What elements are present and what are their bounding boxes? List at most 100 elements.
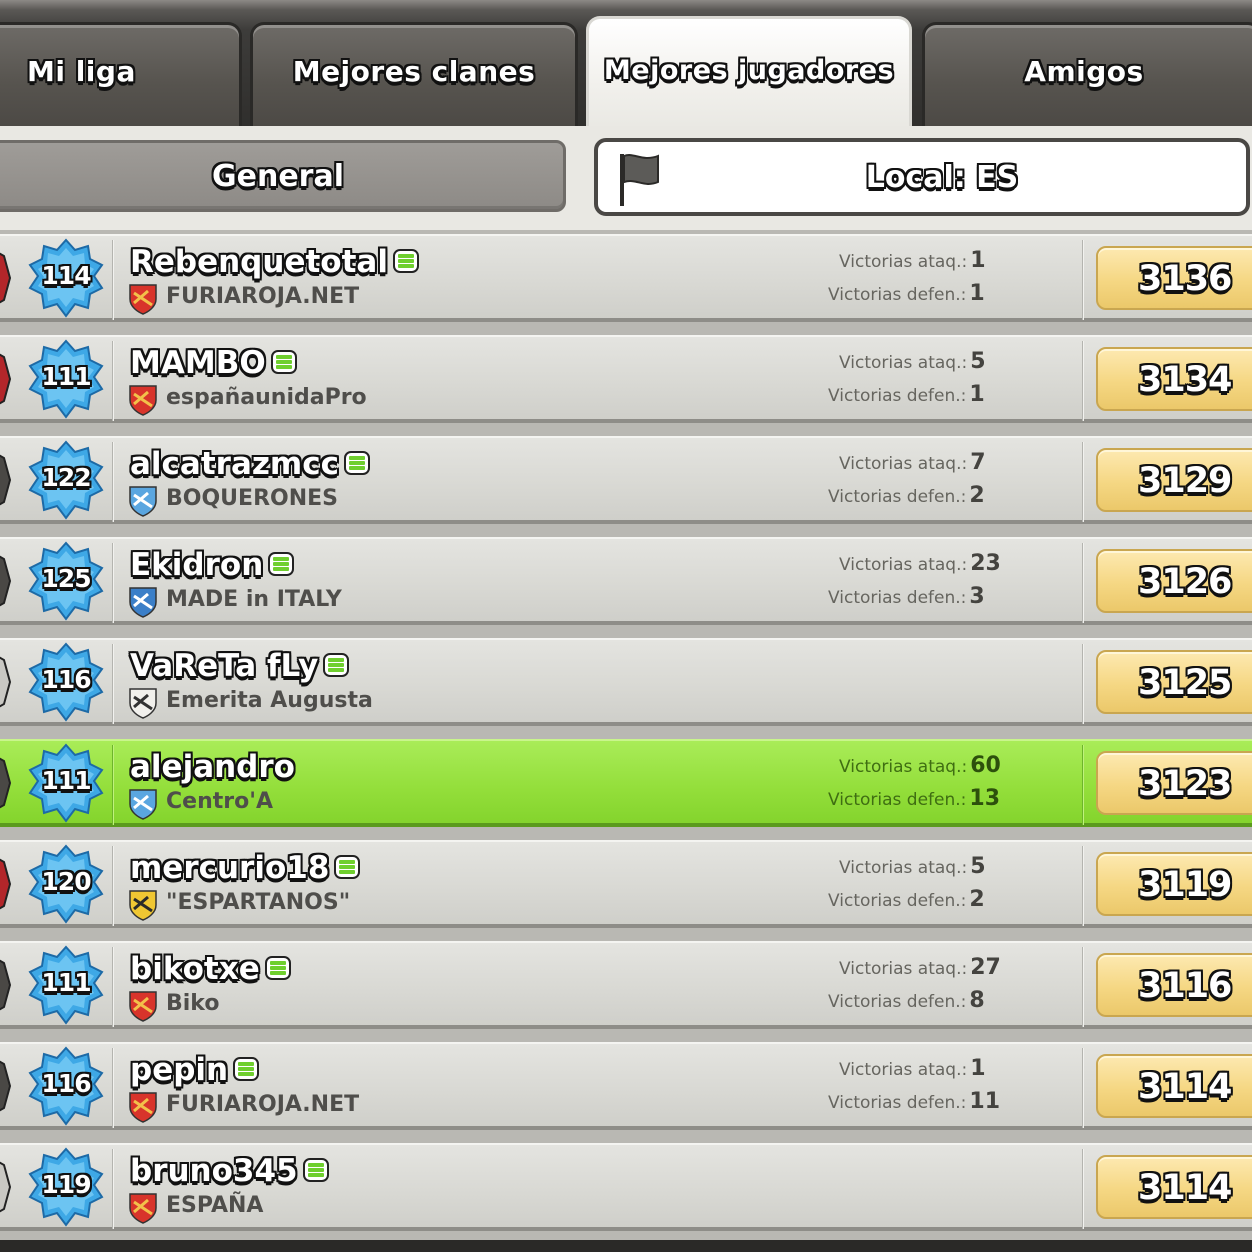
online-status-icon [264, 955, 291, 980]
trophy-box: 3129 [1096, 448, 1252, 512]
clan-name[interactable]: MADE in ITALY [166, 587, 342, 612]
tab-mejores-jugadores[interactable]: Mejores jugadores [586, 16, 912, 130]
player-name[interactable]: alcatrazmcc [130, 446, 339, 482]
league-icon [0, 656, 12, 708]
level-badge: 114 [28, 238, 104, 318]
defense-wins-label: Victorias defen.: [828, 487, 967, 507]
attack-wins-label: Victorias ataq.: [839, 252, 968, 272]
divider [112, 745, 114, 825]
defense-wins-value: 1 [969, 281, 985, 306]
level-badge: 111 [28, 945, 104, 1025]
player-name-line: Ekidron [130, 547, 295, 583]
clan-name[interactable]: FURIAROJA.NET [166, 284, 359, 309]
trophy-box: 3125 [1096, 650, 1252, 714]
tab-mejores-clanes[interactable]: Mejores clanes [250, 22, 578, 130]
player-name-line: bruno345 [130, 1153, 330, 1189]
trophy-count: 3119 [1138, 865, 1232, 905]
divider [112, 1149, 114, 1229]
filter-general-label: General [212, 159, 344, 194]
player-row[interactable]: 116 VaReTa fLy Emerita Augusta 3125 [0, 638, 1252, 726]
defense-wins-label: Victorias defen.: [828, 588, 967, 608]
divider [1082, 745, 1084, 825]
tab-amigos[interactable]: Amigos [922, 22, 1252, 130]
divider [112, 543, 114, 623]
player-row[interactable]: 116 pepin FURIAROJA.NET Victorias ataq.:… [0, 1042, 1252, 1130]
level-badge: 125 [28, 541, 104, 621]
clan-name[interactable]: Emerita Augusta [166, 688, 373, 713]
trophy-count: 3129 [1138, 461, 1232, 501]
tab-mi-liga[interactable]: Mi liga [0, 22, 242, 130]
filter-general-button[interactable]: General [0, 140, 566, 212]
clan-badge-icon [129, 789, 157, 820]
level-number: 125 [41, 564, 91, 593]
attack-wins-value: 7 [970, 450, 986, 475]
player-row[interactable]: 111 alejandro Centro'A Victorias ataq.: 6… [0, 739, 1252, 827]
player-row[interactable]: 111 MAMBO españaunidaPro Victorias ataq.… [0, 335, 1252, 423]
clan-name[interactable]: Centro'A [166, 789, 273, 814]
level-badge: 119 [28, 1147, 104, 1227]
online-status-icon [270, 349, 297, 374]
player-row[interactable]: 111 bikotxe Biko Victorias ataq.: 27 Vict… [0, 941, 1252, 1029]
filter-bar: General Local: ES [0, 126, 1252, 230]
trophy-box: 3114 [1096, 1054, 1252, 1118]
clan-badge-icon [129, 385, 157, 416]
league-icon [0, 555, 12, 607]
league-icon [0, 959, 12, 1011]
clan-name[interactable]: "ESPARTANOS" [166, 890, 350, 915]
clan-badge-icon [129, 1193, 157, 1224]
clan-name[interactable]: BOQUERONES [166, 486, 338, 511]
trophy-box: 3119 [1096, 852, 1252, 916]
defense-wins-value: 3 [969, 584, 985, 609]
trophy-count: 3123 [1138, 764, 1232, 804]
defense-wins-value: 8 [969, 988, 985, 1013]
player-name[interactable]: bruno345 [130, 1153, 298, 1189]
trophy-box: 3134 [1096, 347, 1252, 411]
attack-wins-value: 1 [970, 1056, 986, 1081]
filter-local-button[interactable]: Local: ES [594, 138, 1250, 216]
player-name[interactable]: Ekidron [130, 547, 263, 583]
player-row[interactable]: 119 bruno345 ESPAÑA 3114 [0, 1143, 1252, 1231]
attack-wins-value: 60 [970, 753, 1001, 778]
tab-label: Mi liga [27, 55, 136, 88]
tab-bar: Mi liga Mejores clanes Mejores jugadores… [0, 0, 1252, 130]
defense-wins-label: Victorias defen.: [828, 285, 967, 305]
defense-wins-value: 2 [969, 887, 985, 912]
player-name-line: VaReTa fLy [130, 648, 350, 684]
player-name[interactable]: pepin [130, 1052, 228, 1088]
level-number: 111 [41, 362, 91, 391]
player-name[interactable]: alejandro [130, 749, 295, 785]
defense-wins-label: Victorias defen.: [828, 790, 967, 810]
player-name[interactable]: VaReTa fLy [130, 648, 318, 684]
attack-wins-value: 5 [970, 854, 986, 879]
player-name[interactable]: Rebenquetotal [130, 244, 388, 280]
trophy-box: 3116 [1096, 953, 1252, 1017]
trophy-count: 3134 [1138, 360, 1232, 400]
divider [112, 644, 114, 724]
player-name-line: alejandro [130, 749, 295, 785]
level-number: 116 [41, 665, 91, 694]
clan-name[interactable]: españaunidaPro [166, 385, 367, 410]
clan-name[interactable]: FURIAROJA.NET [166, 1092, 359, 1117]
clan-name[interactable]: ESPAÑA [166, 1193, 263, 1218]
attack-wins-value: 27 [970, 955, 1001, 980]
defense-wins-label: Victorias defen.: [828, 891, 967, 911]
clan-badge-icon [129, 1092, 157, 1123]
league-icon [0, 1161, 12, 1213]
online-status-icon [323, 652, 350, 677]
divider [1082, 341, 1084, 421]
player-row[interactable]: 122 alcatrazmcc BOQUERONES Victorias ata… [0, 436, 1252, 524]
trophy-count: 3114 [1138, 1067, 1232, 1107]
defense-wins-value: 2 [969, 483, 985, 508]
player-row[interactable]: 114 Rebenquetotal FURIAROJA.NET Victoria… [0, 234, 1252, 322]
player-row[interactable]: 125 Ekidron MADE in ITALY Victorias ataq… [0, 537, 1252, 625]
divider [112, 1048, 114, 1128]
player-name[interactable]: mercurio18 [130, 850, 329, 886]
attack-wins-value: 23 [970, 551, 1001, 576]
player-name[interactable]: MAMBO [130, 345, 266, 381]
player-name-line: MAMBO [130, 345, 298, 381]
clan-name[interactable]: Biko [166, 991, 219, 1016]
player-row[interactable]: 120 mercurio18 "ESPARTANOS" Victorias at… [0, 840, 1252, 928]
level-badge: 111 [28, 339, 104, 419]
player-name[interactable]: bikotxe [130, 951, 260, 987]
defense-wins-label: Victorias defen.: [828, 1093, 967, 1113]
